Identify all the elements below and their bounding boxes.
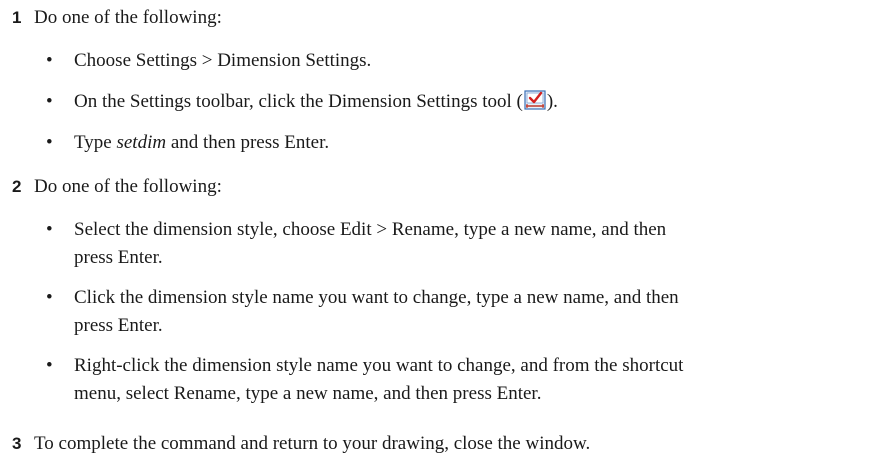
bullet-icon: • [46, 132, 53, 153]
step-2: 2 Do one of the following: [12, 175, 222, 198]
step-1: 1 Do one of the following: [12, 6, 222, 29]
bullet-icon: • [46, 287, 53, 308]
bullet-icon: • [46, 91, 53, 112]
bullet-icon: • [46, 219, 53, 240]
document: 1 Do one of the following: • Choose Sett… [0, 0, 882, 463]
list-item-line: Click the dimension style name you want … [74, 287, 679, 308]
step-number: 1 [12, 8, 22, 27]
list-item-line: menu, select Rename, type a new name, an… [74, 383, 542, 404]
step-3: 3 To complete the command and return to … [12, 432, 590, 455]
step-text: Do one of the following: [34, 176, 222, 197]
list-item-text: Type setdim and then press Enter. [74, 129, 874, 157]
command-name: setdim [116, 132, 167, 153]
list-item-line: press Enter. [74, 247, 163, 268]
list-item-text: Right-click the dimension style name you… [74, 352, 874, 408]
list-item-text: On the Settings toolbar, click the Dimen… [74, 88, 874, 116]
text-after-icon: ). [546, 91, 558, 112]
list-item-line: Right-click the dimension style name you… [74, 355, 684, 376]
bullet-icon: • [46, 50, 53, 71]
step-text: To complete the command and return to yo… [34, 433, 591, 454]
list-item-text: Select the dimension style, choose Edit … [74, 216, 874, 272]
step-text: Do one of the following: [34, 7, 222, 28]
list-item-text: Choose Settings > Dimension Settings. [74, 50, 372, 71]
text-suffix: and then press Enter. [166, 132, 330, 153]
text-prefix: Type [74, 132, 117, 153]
text-before-icon: On the Settings toolbar, click the Dimen… [74, 91, 523, 112]
step-number: 3 [12, 434, 22, 453]
bullet-icon: • [46, 355, 53, 376]
dimension-settings-icon [524, 90, 546, 110]
list-item-text: Click the dimension style name you want … [74, 284, 874, 340]
list-item-line: press Enter. [74, 315, 163, 336]
step-number: 2 [12, 177, 22, 196]
list-item-line: Select the dimension style, choose Edit … [74, 219, 667, 240]
